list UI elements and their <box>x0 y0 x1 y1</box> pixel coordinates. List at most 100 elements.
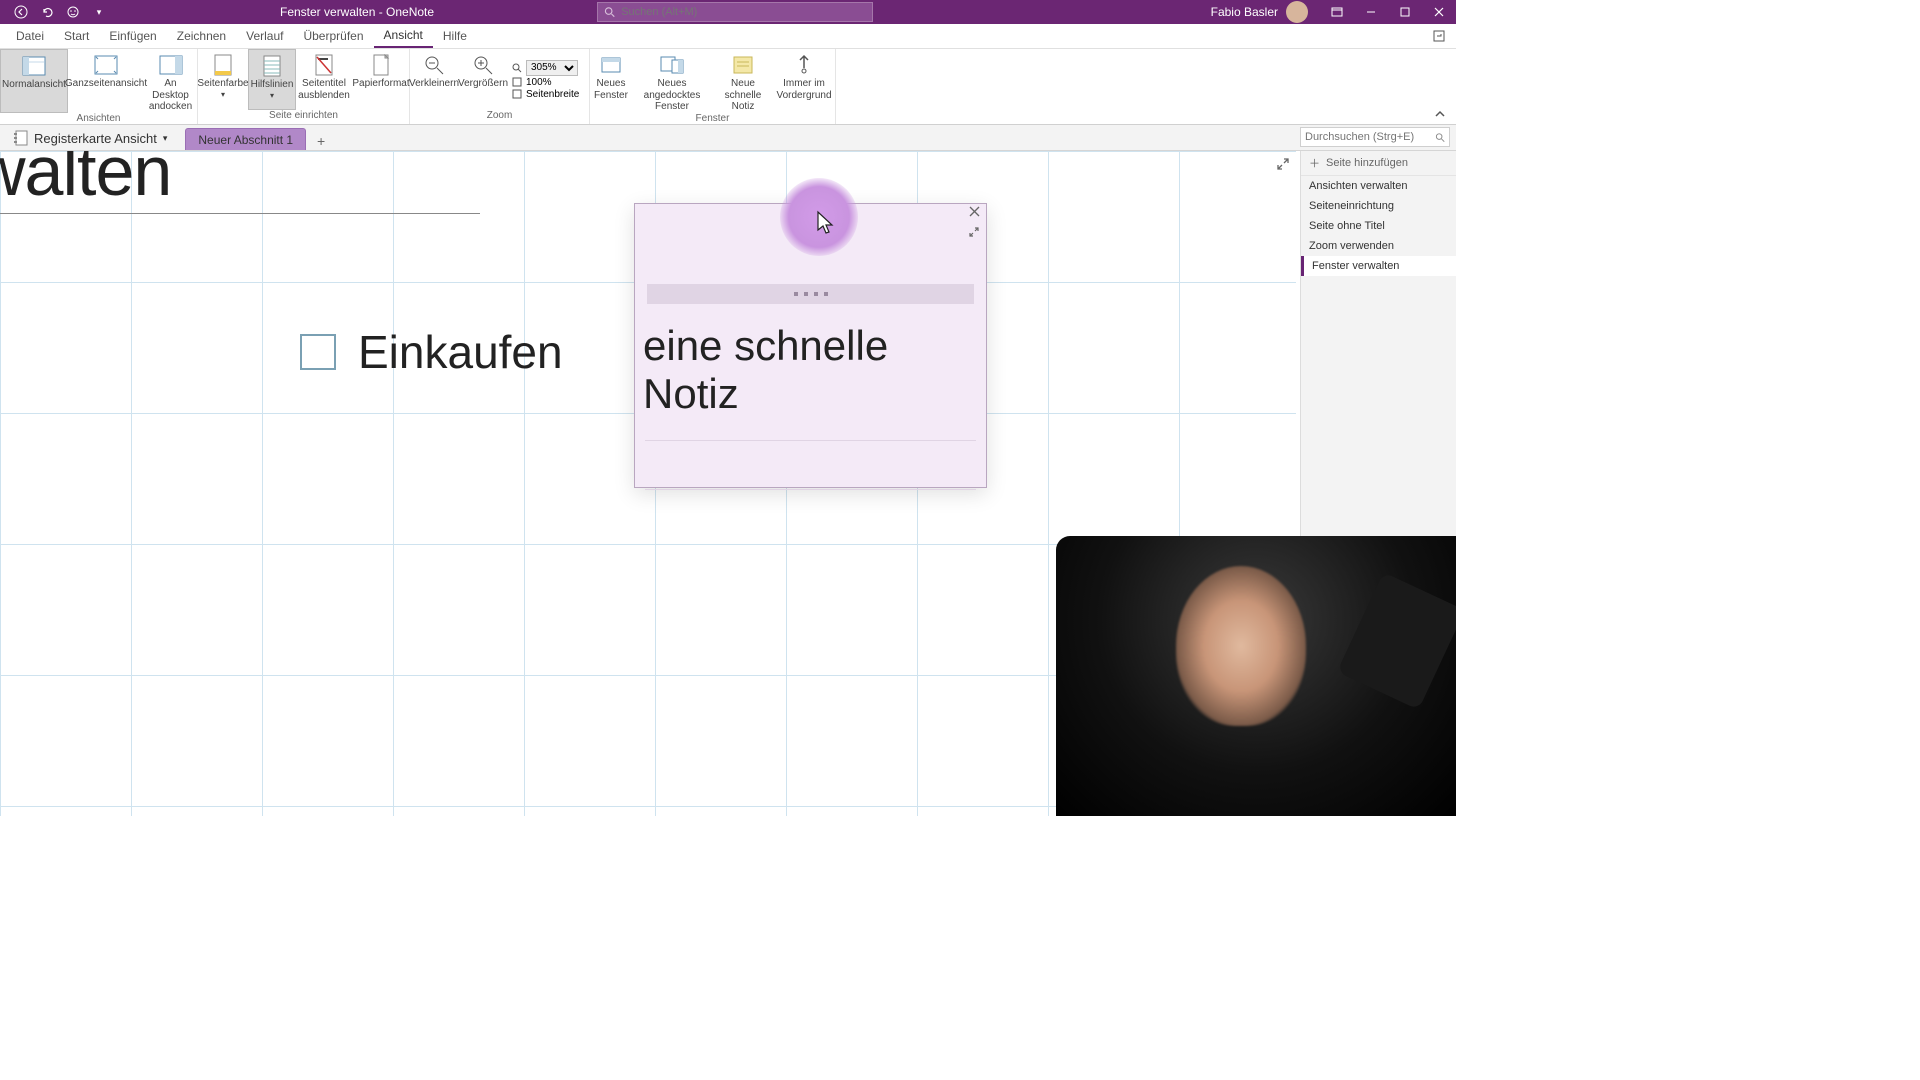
webcam-overlay <box>1056 536 1456 816</box>
quick-note-window[interactable]: ⋯ eine schnelle Notiz <box>634 203 987 488</box>
quick-note-drag-dots[interactable]: ⋯ <box>805 208 817 219</box>
schnelle-notiz-label: Neue schnelle Notiz <box>716 78 770 113</box>
quick-note-line <box>645 440 976 441</box>
section-tab-label: Neuer Abschnitt 1 <box>198 133 293 147</box>
ribbon-group-seite-einrichten: Seitenfarbe ▾ Hilfslinien ▾ Seitentitel … <box>198 49 410 124</box>
notebook-name: Registerkarte Ansicht <box>34 131 157 146</box>
zoom-controls: 305% 100% Seitenbreite <box>508 49 583 110</box>
notebook-selector[interactable]: Registerkarte Ansicht ▾ <box>6 126 175 150</box>
todo-checkbox[interactable] <box>300 334 336 370</box>
search-icon <box>604 6 615 18</box>
menubar: Datei Start Einfügen Zeichnen Verlauf Üb… <box>0 24 1456 49</box>
immer-im-vordergrund-button[interactable]: Immer im Vordergrund <box>774 49 834 113</box>
page-list-item[interactable]: Fenster verwalten <box>1301 256 1456 276</box>
vergroessern-button[interactable]: Vergrößern <box>458 49 508 110</box>
seitentitel-label: Seitentitel ausblenden <box>298 78 350 101</box>
page-search[interactable] <box>1300 127 1450 147</box>
ribbon-group-ansichten: Normalansicht Ganzseitenansicht An Deskt… <box>0 49 198 124</box>
seitenbreite-button[interactable]: Seitenbreite <box>512 89 579 100</box>
chevron-down-icon: ▾ <box>221 90 225 99</box>
neues-fenster-button[interactable]: Neues Fenster <box>590 49 632 113</box>
page-list-item[interactable]: Zoom verwenden <box>1301 236 1456 256</box>
fullpage-view-icon <box>92 53 120 77</box>
new-window-icon <box>597 53 625 77</box>
new-docked-window-icon <box>658 53 686 77</box>
zoom-100-button[interactable]: 100% <box>512 77 579 88</box>
titlebar: ▾ Fenster verwalten - OneNote Fabio Basl… <box>0 0 1456 24</box>
expand-canvas-icon[interactable] <box>1276 157 1290 171</box>
ganzseitenansicht-button[interactable]: Ganzseitenansicht <box>68 49 144 113</box>
qat-more-icon[interactable]: ▾ <box>88 1 110 23</box>
seitenfarbe-button[interactable]: Seitenfarbe ▾ <box>198 49 248 110</box>
page-title[interactable]: r verwalten <box>0 151 480 211</box>
neues-fenster-label: Neues Fenster <box>594 78 628 101</box>
menu-ansicht[interactable]: Ansicht <box>374 24 433 48</box>
page-list-item[interactable]: Seite ohne Titel <box>1301 216 1456 236</box>
rule-lines-icon <box>258 54 286 78</box>
angedockt-label: Neues angedocktes Fenster <box>636 78 708 113</box>
ribbon-group-zoom: Verkleinern Vergrößern 305% 100% Seitenb… <box>410 49 590 124</box>
immer-label: Immer im Vordergrund <box>776 78 831 101</box>
papierformat-button[interactable]: Papierformat <box>352 49 410 110</box>
zoom-select[interactable]: 305% <box>526 60 578 76</box>
neue-schnelle-notiz-button[interactable]: Neue schnelle Notiz <box>712 49 774 113</box>
section-tab[interactable]: Neuer Abschnitt 1 <box>185 128 306 150</box>
menu-verlauf[interactable]: Verlauf <box>236 24 293 48</box>
menu-ueberpruefen[interactable]: Überprüfen <box>293 24 373 48</box>
quick-note-expand-icon[interactable] <box>968 226 980 238</box>
dock-label: An Desktop andocken <box>148 78 193 113</box>
avatar[interactable] <box>1286 1 1308 23</box>
search-input[interactable] <box>621 6 866 18</box>
papierformat-label: Papierformat <box>352 78 409 90</box>
search-box[interactable] <box>597 2 873 22</box>
touch-mode-icon[interactable] <box>62 1 84 23</box>
seitenbreite-label: Seitenbreite <box>526 89 579 100</box>
menu-zeichnen[interactable]: Zeichnen <box>167 24 236 48</box>
verkleinern-label: Verkleinern <box>409 78 459 90</box>
verkleinern-button[interactable]: Verkleinern <box>410 49 458 110</box>
quick-note-close-icon[interactable] <box>969 206 980 217</box>
paper-size-icon <box>367 53 395 77</box>
group-label-ansichten: Ansichten <box>0 113 197 126</box>
todo-text[interactable]: Einkaufen <box>358 325 563 379</box>
todo-item[interactable]: Einkaufen <box>300 325 563 379</box>
hilfslinien-button[interactable]: Hilfslinien ▾ <box>248 49 296 110</box>
zoom-in-icon <box>469 53 497 77</box>
ribbon-display-icon[interactable] <box>1320 0 1354 24</box>
add-section-button[interactable]: + <box>312 132 330 150</box>
close-icon[interactable] <box>1422 0 1456 24</box>
quick-note-drag-handle[interactable] <box>647 284 974 304</box>
seitentitel-ausblenden-button[interactable]: Seitentitel ausblenden <box>296 49 352 110</box>
neues-angedocktes-fenster-button[interactable]: Neues angedocktes Fenster <box>632 49 712 113</box>
menu-datei[interactable]: Datei <box>6 24 54 48</box>
quick-note-header[interactable]: ⋯ <box>635 204 986 222</box>
undo-icon[interactable] <box>36 1 58 23</box>
page-list-item[interactable]: Ansichten verwalten <box>1301 176 1456 196</box>
normalansicht-button[interactable]: Normalansicht <box>0 49 68 113</box>
group-label-zoom: Zoom <box>410 110 589 124</box>
minimize-icon[interactable] <box>1354 0 1388 24</box>
zoom-out-icon <box>420 53 448 77</box>
group-label-seite: Seite einrichten <box>198 110 409 124</box>
quick-note-text[interactable]: eine schnelle Notiz <box>635 304 986 418</box>
maximize-icon[interactable] <box>1388 0 1422 24</box>
an-desktop-andocken-button[interactable]: An Desktop andocken <box>144 49 197 113</box>
sectionbar: Registerkarte Ansicht ▾ Neuer Abschnitt … <box>0 125 1456 151</box>
collapse-ribbon-icon[interactable] <box>1434 108 1446 120</box>
menu-hilfe[interactable]: Hilfe <box>433 24 477 48</box>
titlebar-right: Fabio Basler <box>1211 0 1456 24</box>
ribbon-group-fenster: Neues Fenster Neues angedocktes Fenster … <box>590 49 836 124</box>
quick-access-toolbar: ▾ <box>0 1 110 23</box>
menu-start[interactable]: Start <box>54 24 99 48</box>
page-list-item[interactable]: Seiteneinrichtung <box>1301 196 1456 216</box>
add-page-button[interactable]: ＋ Seite hinzufügen <box>1301 151 1456 176</box>
page-search-input[interactable] <box>1305 131 1435 143</box>
normal-view-icon <box>20 54 48 78</box>
page-title-area: r verwalten <box>0 151 480 214</box>
back-icon[interactable] <box>10 1 32 23</box>
menu-einfuegen[interactable]: Einfügen <box>99 24 166 48</box>
vergroessern-label: Vergrößern <box>458 78 508 90</box>
user-name[interactable]: Fabio Basler <box>1211 5 1278 19</box>
share-icon[interactable] <box>1432 29 1446 43</box>
page-width-icon <box>512 89 522 99</box>
